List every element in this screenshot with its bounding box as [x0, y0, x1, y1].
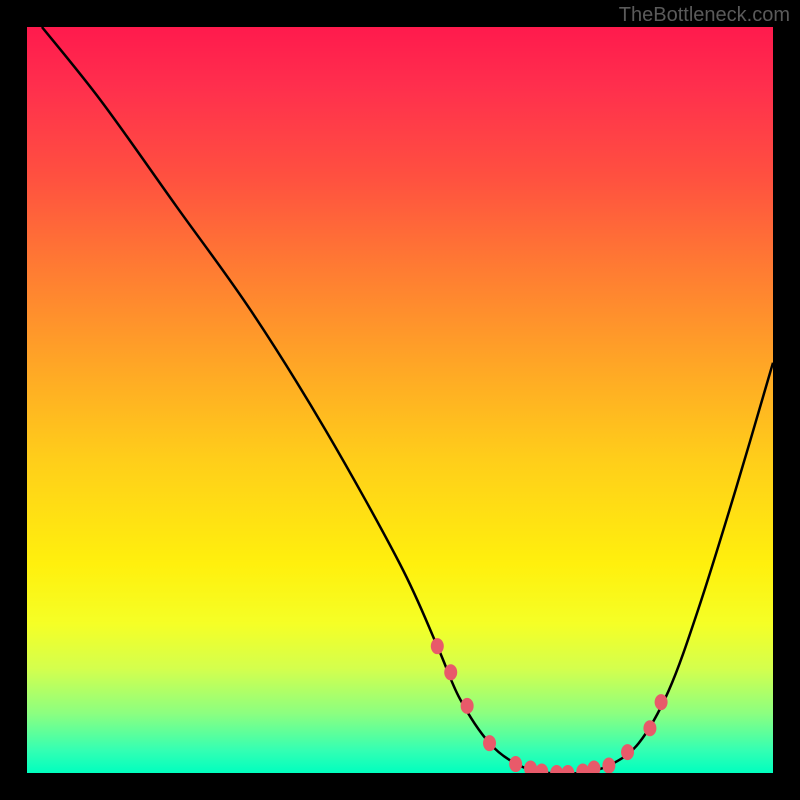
bottleneck-curve	[42, 27, 773, 773]
marker-dot	[602, 758, 615, 773]
marker-dot	[576, 764, 589, 773]
marker-dot	[483, 735, 496, 751]
plot-area	[27, 27, 773, 773]
marker-dot	[444, 664, 457, 680]
marker-dot	[643, 720, 656, 736]
chart-svg	[27, 27, 773, 773]
marker-dot	[587, 761, 600, 773]
highlight-dots	[431, 638, 668, 773]
marker-dot	[509, 756, 522, 772]
marker-dot	[431, 638, 444, 654]
attribution-text: TheBottleneck.com	[619, 4, 790, 27]
marker-dot	[461, 698, 474, 714]
marker-dot	[535, 764, 548, 773]
marker-dot	[655, 694, 668, 710]
marker-dot	[550, 765, 563, 773]
marker-dot	[621, 744, 634, 760]
marker-dot	[524, 761, 537, 773]
marker-dot	[561, 765, 574, 773]
